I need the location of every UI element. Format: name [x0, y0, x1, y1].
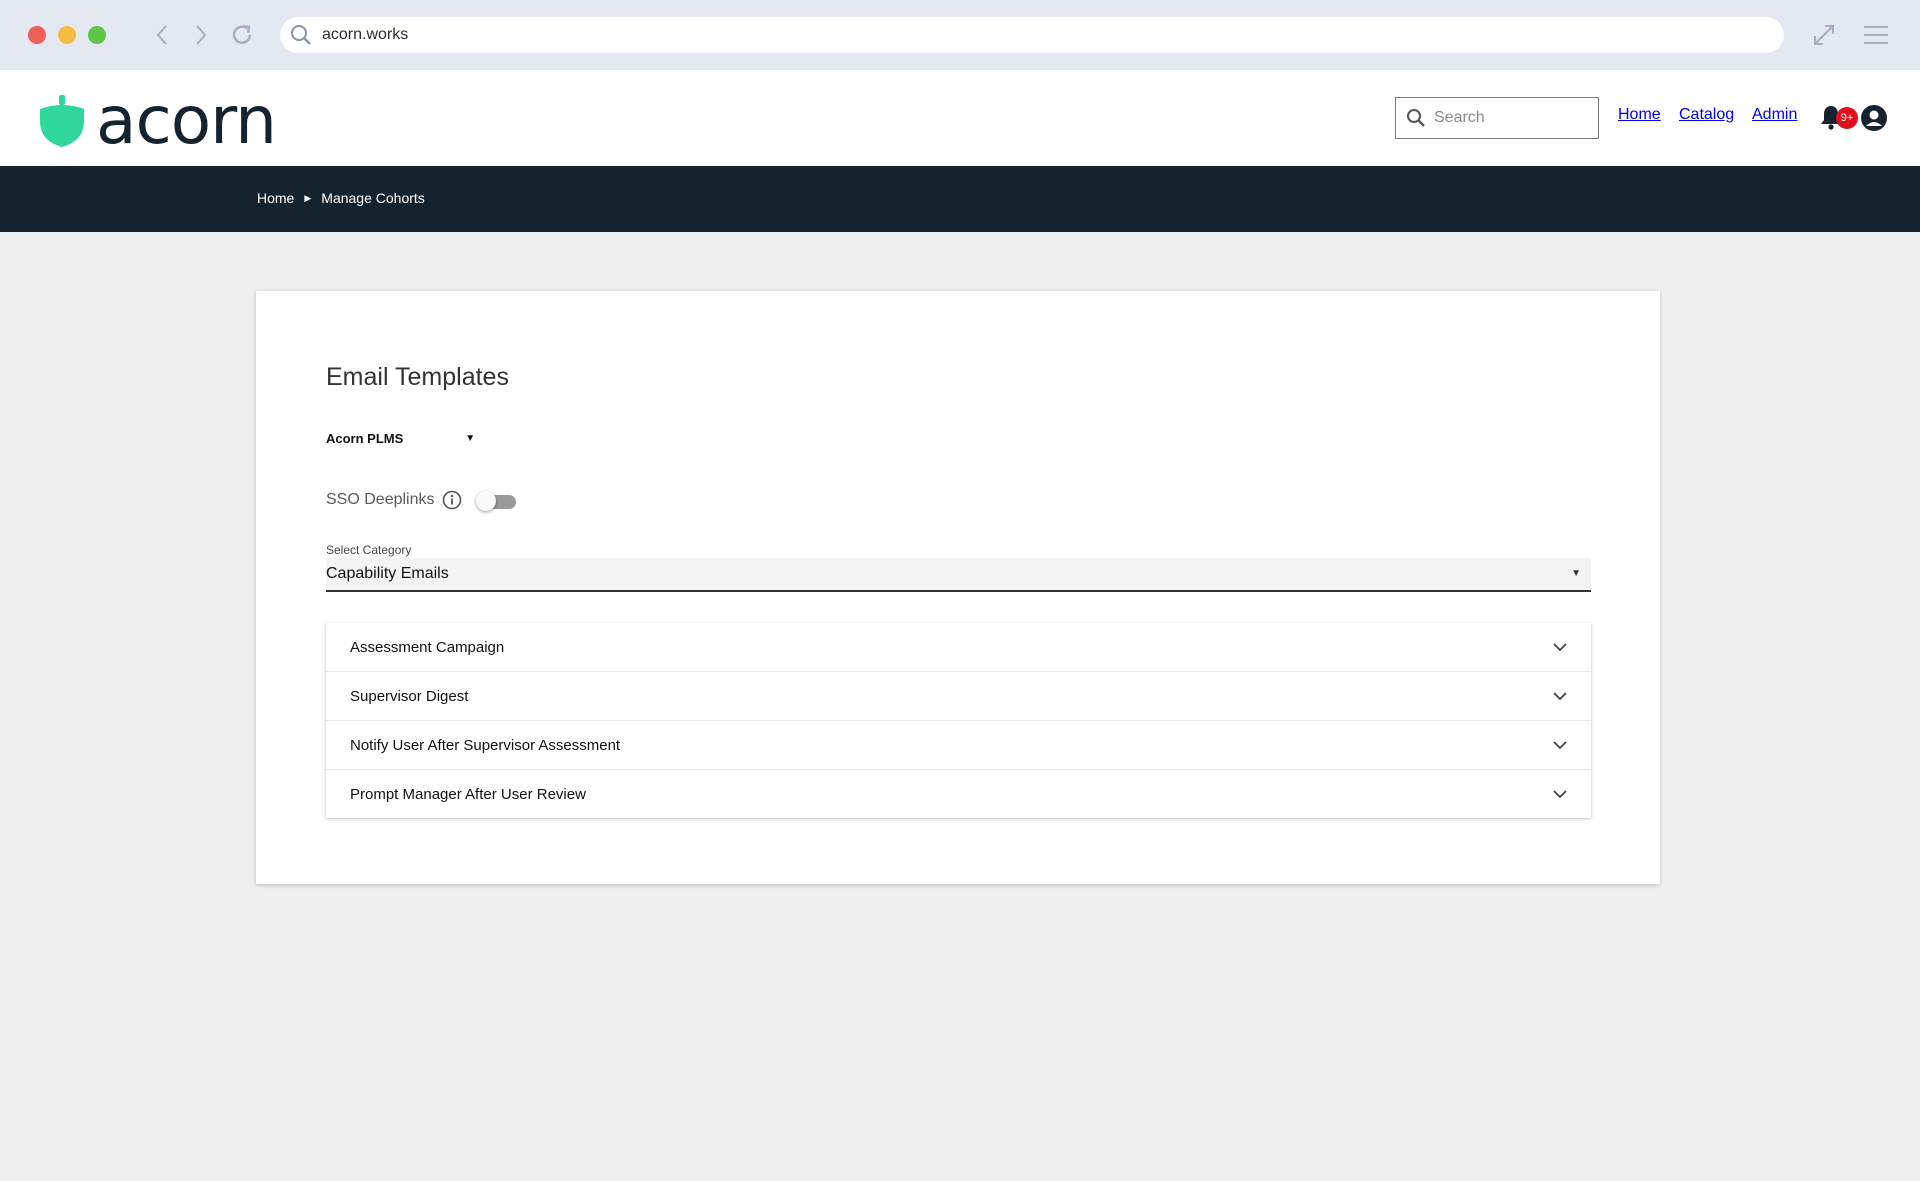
nav-admin[interactable]: Admin — [1752, 106, 1797, 124]
acorn-logo-icon — [40, 95, 84, 147]
category-select-value: Capability Emails — [326, 565, 449, 582]
reload-icon — [232, 24, 252, 44]
caret-down-icon: ▼ — [1571, 568, 1581, 579]
page-title: Email Templates — [326, 363, 509, 391]
logo-text: acorn — [96, 82, 277, 159]
category-select[interactable]: Capability Emails ▼ — [326, 558, 1591, 592]
accordion-item-supervisor-digest[interactable]: Supervisor Digest — [326, 672, 1591, 721]
accordion-item-assessment-campaign[interactable]: Assessment Campaign — [326, 623, 1591, 672]
reload-button[interactable] — [226, 20, 258, 50]
accordion-item-label: Supervisor Digest — [350, 687, 469, 705]
accordion-item-label: Assessment Campaign — [350, 638, 505, 656]
account-icon[interactable] — [1860, 104, 1888, 132]
chevron-down-icon — [1553, 692, 1567, 701]
minimize-window-button[interactable] — [58, 26, 76, 44]
chevron-down-icon — [1553, 643, 1567, 652]
breadcrumb: Home ▶ Manage Cohorts — [257, 190, 425, 206]
accordion-item-label: Notify User After Supervisor Assessment — [350, 736, 621, 754]
chevron-down-icon — [1553, 790, 1567, 799]
accordion-item-notify-user[interactable]: Notify User After Supervisor Assessment — [326, 721, 1591, 770]
sso-deeplinks-row: SSO Deeplinks — [326, 490, 516, 511]
close-window-button[interactable] — [28, 26, 46, 44]
forward-button[interactable] — [185, 20, 217, 50]
search-icon — [291, 25, 311, 45]
notification-badge: 9+ — [1836, 107, 1858, 129]
organization-select[interactable]: Acorn PLMS ▼ — [326, 431, 475, 446]
organization-select-value: Acorn PLMS — [326, 431, 404, 446]
browser-chrome: acorn.works — [0, 0, 1920, 70]
sso-deeplinks-toggle[interactable] — [475, 491, 516, 511]
breadcrumb-bar: Home ▶ Manage Cohorts — [0, 166, 1920, 232]
category-label: Select Category — [326, 543, 412, 557]
templates-accordion: Assessment Campaign Supervisor Digest No… — [326, 623, 1591, 818]
search-icon — [1407, 109, 1425, 127]
address-url: acorn.works — [322, 26, 409, 43]
chevron-down-icon — [1553, 741, 1567, 750]
breadcrumb-home[interactable]: Home — [257, 190, 294, 206]
sso-deeplinks-label: SSO Deeplinks — [326, 491, 435, 508]
back-button[interactable] — [146, 20, 178, 50]
fullscreen-button[interactable] — [1808, 20, 1840, 50]
maximize-window-button[interactable] — [88, 26, 106, 44]
hamburger-icon — [1864, 26, 1888, 44]
browser-menu-button[interactable] — [1860, 20, 1892, 50]
search-box[interactable] — [1395, 97, 1599, 139]
address-bar[interactable]: acorn.works — [280, 17, 1784, 53]
accordion-item-prompt-manager[interactable]: Prompt Manager After User Review — [326, 770, 1591, 818]
breadcrumb-current[interactable]: Manage Cohorts — [321, 190, 425, 206]
chevron-left-icon — [156, 25, 167, 45]
accordion-item-label: Prompt Manager After User Review — [350, 785, 586, 803]
info-icon[interactable] — [442, 490, 462, 510]
chevron-right-icon — [196, 25, 207, 45]
logo[interactable]: acorn — [38, 82, 277, 159]
search-input[interactable] — [1432, 108, 1586, 128]
app-header: acorn Home Catalog Admin 9+ — [0, 70, 1920, 166]
nav-catalog[interactable]: Catalog — [1679, 106, 1734, 124]
email-templates-card: Email Templates Acorn PLMS ▼ SSO Deeplin… — [256, 291, 1660, 884]
caret-down-icon: ▼ — [465, 433, 476, 444]
expand-icon — [1814, 25, 1834, 45]
toggle-knob — [475, 491, 496, 511]
nav-home[interactable]: Home — [1618, 106, 1661, 124]
breadcrumb-separator-icon: ▶ — [304, 192, 312, 203]
